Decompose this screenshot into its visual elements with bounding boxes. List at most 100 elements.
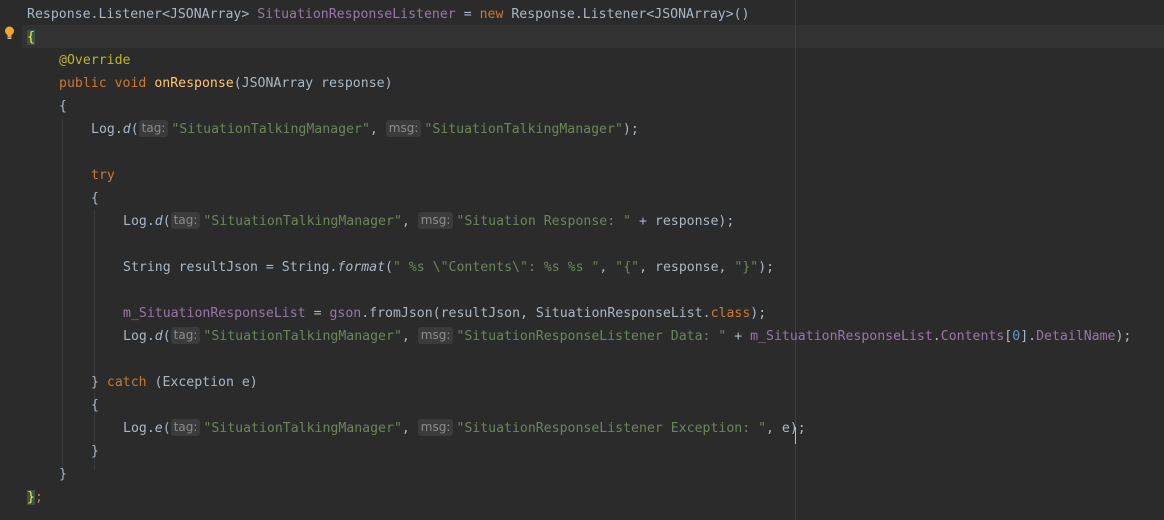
code-token: "SituationResponseListener Exception: " bbox=[456, 421, 767, 436]
indent-guide bbox=[62, 118, 63, 470]
code-token: void bbox=[114, 76, 147, 91]
matched-brace: { bbox=[27, 30, 35, 45]
current-line-highlight bbox=[22, 25, 1164, 48]
parameter-hint: tag: bbox=[170, 327, 201, 344]
editor-gutter bbox=[0, 0, 22, 520]
code-token: = bbox=[305, 306, 330, 321]
code-line[interactable]: Log.d(tag: "SituationTalkingManager", msg… bbox=[123, 210, 734, 233]
code-token: , response, bbox=[639, 260, 735, 275]
code-token: ; bbox=[34, 490, 43, 505]
code-token: m_SituationResponseList bbox=[123, 306, 306, 321]
code-line[interactable]: Log.d(tag: "SituationTalkingManager", msg… bbox=[91, 118, 639, 141]
code-line[interactable]: m_SituationResponseList = gson.fromJson(… bbox=[123, 302, 766, 325]
code-token: } bbox=[59, 467, 67, 482]
code-token: class bbox=[710, 306, 751, 321]
code-line[interactable]: { bbox=[59, 95, 67, 118]
code-token: } bbox=[91, 444, 99, 459]
code-token: ); bbox=[1115, 329, 1132, 344]
code-token: " %s \"Contents\": %s %s " bbox=[392, 260, 600, 275]
code-token: ); bbox=[758, 260, 775, 275]
code-token: .fromJson(resultJson, SituationResponseL… bbox=[361, 306, 711, 321]
code-token: onResponse bbox=[154, 76, 234, 91]
parameter-hint: msg: bbox=[417, 327, 454, 344]
code-token: ( bbox=[162, 329, 171, 344]
code-token: + bbox=[726, 329, 751, 344]
code-token: "SituationTalkingManager" bbox=[203, 421, 402, 436]
code-token: "SituationTalkingManager" bbox=[171, 122, 370, 137]
code-editor[interactable]: Response.Listener<JSONArray> SituationRe… bbox=[0, 0, 1164, 520]
code-token: , e); bbox=[766, 421, 806, 436]
code-token: Contents bbox=[940, 329, 1005, 344]
code-token: { bbox=[91, 191, 99, 206]
code-token: , bbox=[369, 122, 386, 137]
code-token: Response.Listener<JSONArray>() bbox=[503, 7, 750, 22]
code-token: ); bbox=[622, 122, 639, 137]
code-token: ( bbox=[162, 214, 171, 229]
code-token: ); bbox=[750, 306, 767, 321]
code-line[interactable]: @Override bbox=[59, 49, 130, 72]
code-token: , bbox=[599, 260, 616, 275]
code-line[interactable]: }; bbox=[27, 486, 43, 509]
code-line[interactable]: public void onResponse(JSONArray respons… bbox=[59, 72, 393, 95]
code-token: ( bbox=[130, 122, 139, 137]
parameter-hint: msg: bbox=[385, 120, 422, 137]
code-token: "SituationTalkingManager" bbox=[424, 122, 623, 137]
code-line[interactable]: String resultJson = String.format(" %s \… bbox=[123, 256, 774, 279]
code-line[interactable]: Log.e(tag: "SituationTalkingManager", msg… bbox=[123, 417, 806, 440]
code-token: public bbox=[59, 76, 107, 91]
code-token: Log. bbox=[123, 329, 155, 344]
code-token: "Situation Response: " bbox=[456, 214, 632, 229]
code-token: { bbox=[91, 398, 99, 413]
code-token: { bbox=[59, 99, 67, 114]
code-token: DetailName bbox=[1036, 329, 1116, 344]
code-token: "SituationResponseListener Data: " bbox=[456, 329, 727, 344]
code-token: } bbox=[91, 375, 107, 390]
code-token: new bbox=[479, 7, 504, 22]
code-token: format bbox=[337, 260, 386, 275]
lightbulb-icon[interactable] bbox=[4, 26, 15, 40]
code-token: . bbox=[932, 329, 941, 344]
code-token: (Exception e) bbox=[146, 375, 258, 390]
code-token: "SituationTalkingManager" bbox=[203, 214, 402, 229]
code-token: = bbox=[455, 7, 480, 22]
parameter-hint: msg: bbox=[417, 212, 454, 229]
code-line[interactable]: } bbox=[59, 463, 67, 486]
code-token: catch bbox=[106, 375, 147, 390]
code-token: d bbox=[154, 214, 163, 229]
code-token: 0 bbox=[1012, 329, 1021, 344]
code-token: String resultJson = String. bbox=[123, 260, 338, 275]
code-token: "SituationTalkingManager" bbox=[203, 329, 402, 344]
code-token: , bbox=[401, 329, 418, 344]
code-line[interactable]: Response.Listener<JSONArray> SituationRe… bbox=[27, 3, 750, 26]
code-line[interactable]: { bbox=[27, 26, 35, 49]
matched-brace: } bbox=[27, 490, 35, 505]
code-line[interactable]: } bbox=[91, 440, 99, 463]
code-token: @Override bbox=[59, 53, 131, 68]
code-token: e bbox=[154, 421, 163, 436]
code-token: Log. bbox=[123, 421, 155, 436]
text-caret bbox=[795, 427, 796, 444]
code-token: gson bbox=[329, 306, 362, 321]
code-token: (JSONArray response) bbox=[233, 76, 393, 91]
code-token: SituationResponseListener bbox=[257, 7, 456, 22]
code-line[interactable]: { bbox=[91, 394, 99, 417]
code-token: m_SituationResponseList bbox=[750, 329, 933, 344]
code-token: Response.Listener<JSONArray> bbox=[27, 7, 258, 22]
code-line[interactable]: Log.d(tag: "SituationTalkingManager", msg… bbox=[123, 325, 1131, 348]
code-token: try bbox=[91, 168, 115, 183]
code-token: Log. bbox=[123, 214, 155, 229]
code-line[interactable]: { bbox=[91, 187, 99, 210]
code-line[interactable]: try bbox=[91, 164, 115, 187]
code-token: ]. bbox=[1020, 329, 1037, 344]
code-token: d bbox=[122, 122, 131, 137]
code-token: "}" bbox=[734, 260, 759, 275]
parameter-hint: msg: bbox=[417, 419, 454, 436]
code-token: ( bbox=[385, 260, 393, 275]
parameter-hint: tag: bbox=[170, 419, 201, 436]
code-line[interactable]: } catch (Exception e) bbox=[91, 371, 258, 394]
parameter-hint: tag: bbox=[170, 212, 201, 229]
code-token: , bbox=[401, 214, 418, 229]
code-token: , bbox=[401, 421, 418, 436]
code-token: d bbox=[154, 329, 163, 344]
code-token: Log. bbox=[91, 122, 123, 137]
